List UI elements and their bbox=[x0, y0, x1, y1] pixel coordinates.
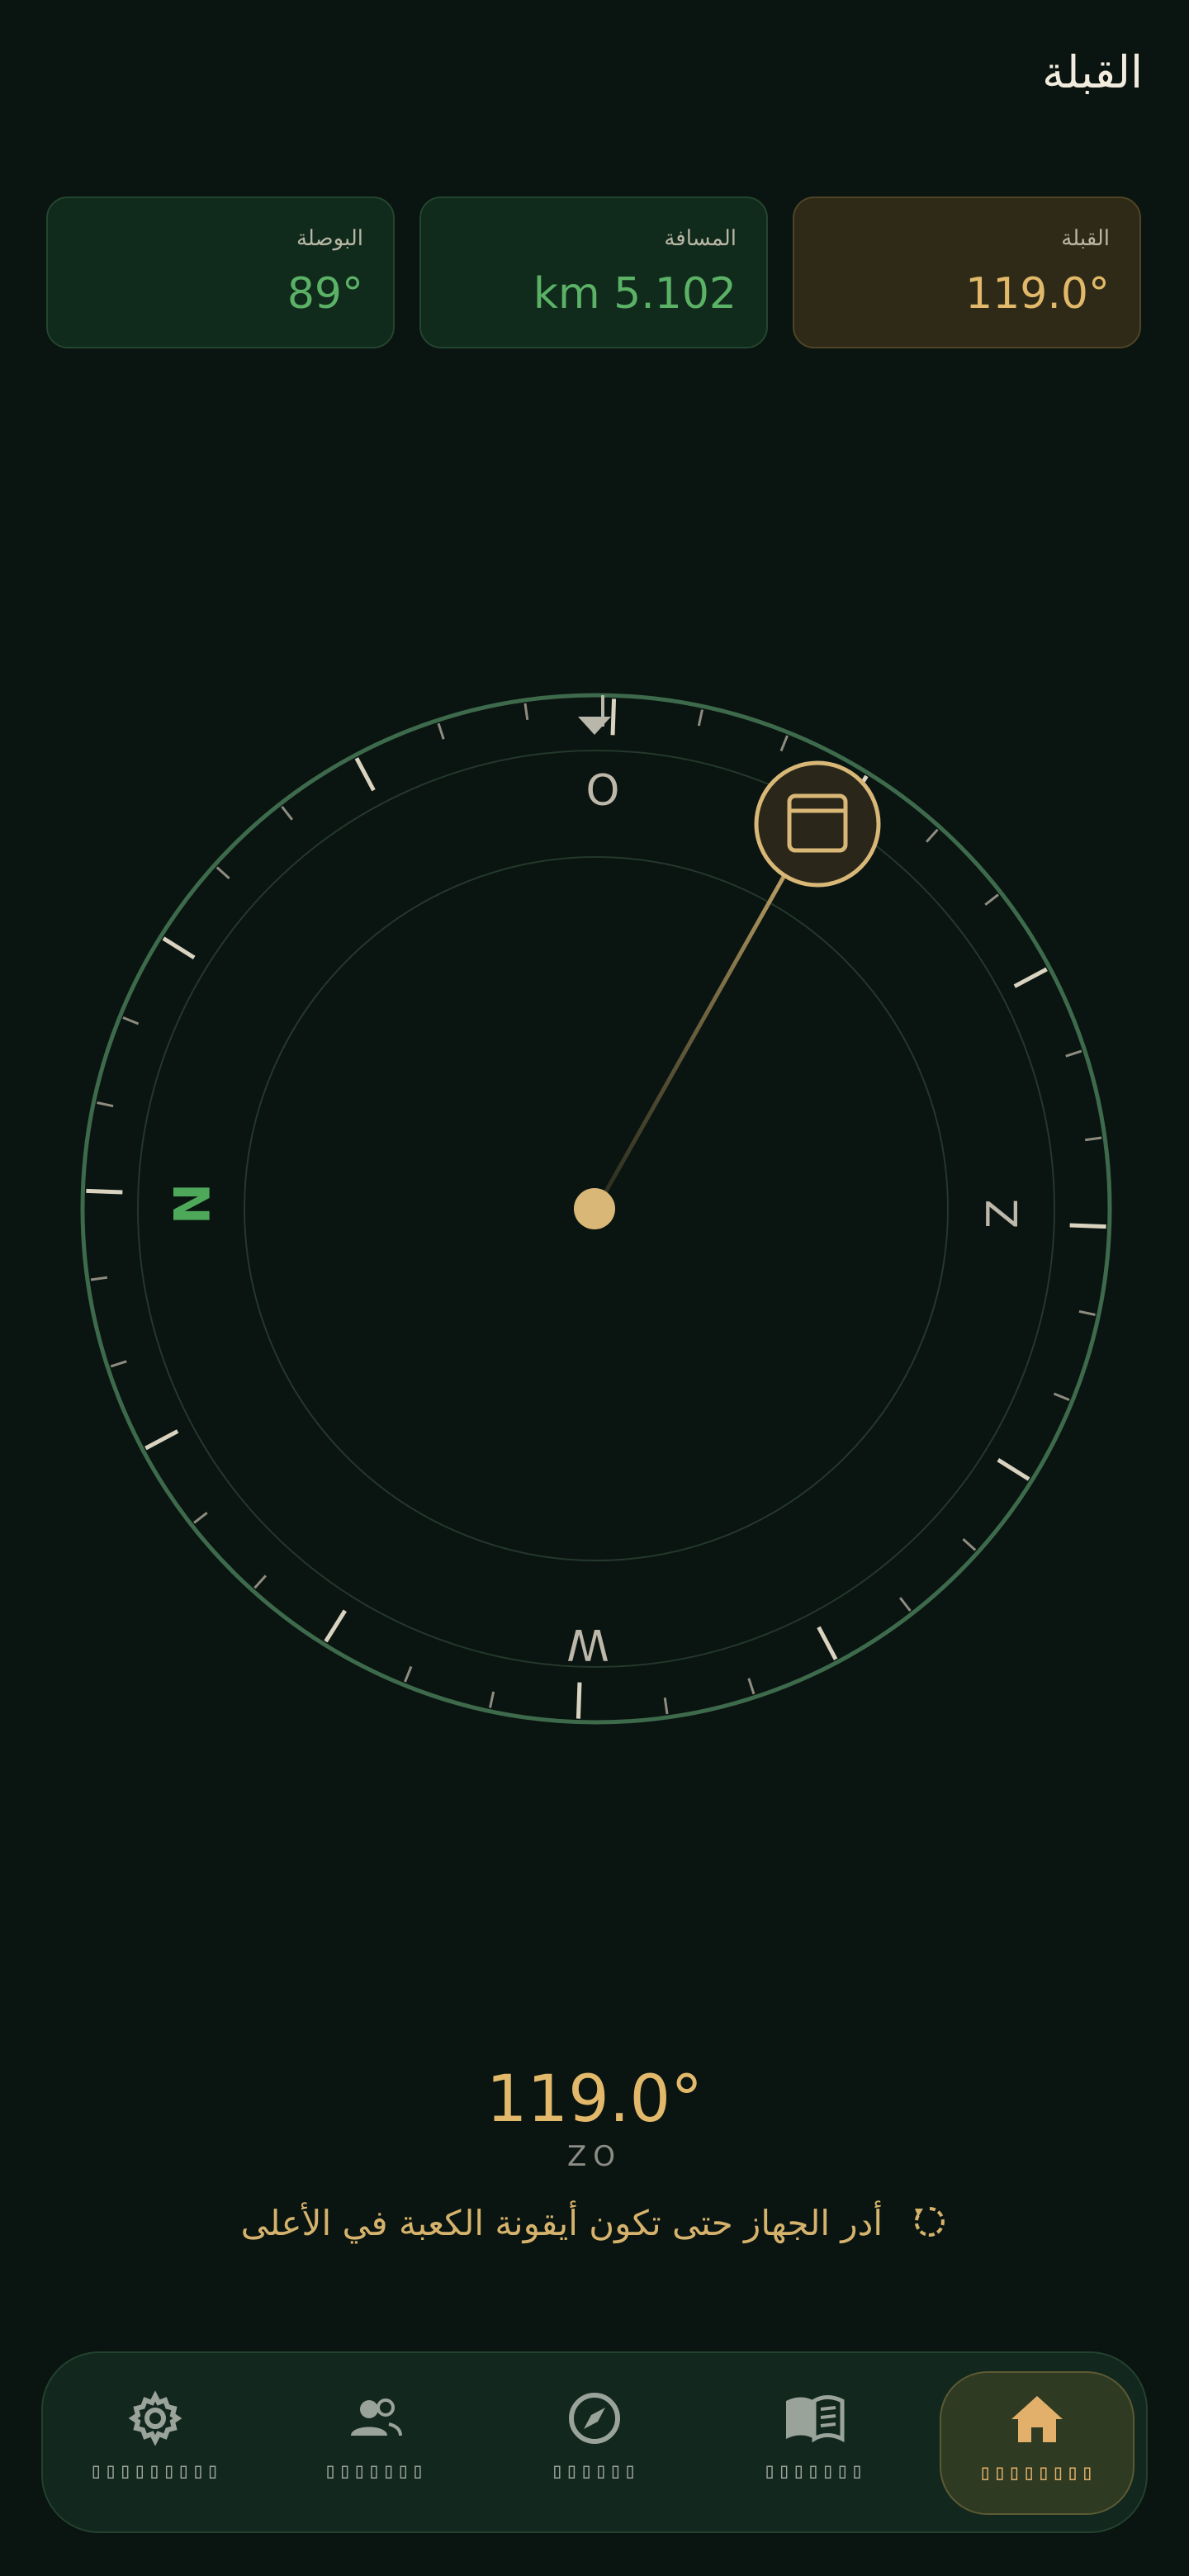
compass-minor-tick bbox=[663, 1697, 669, 1715]
compass-minor-tick bbox=[1084, 1136, 1102, 1142]
compass-minor-tick bbox=[253, 1574, 267, 1589]
compass-label-north: N bbox=[161, 1183, 219, 1224]
compass-minor-tick bbox=[898, 1597, 912, 1612]
nav-item-compass[interactable]: ▯▯▯▯▯▯ bbox=[497, 2371, 692, 2515]
compass-major-tick bbox=[1069, 1223, 1106, 1229]
rotate-hint-text: أدر الجهاز حتى تكون أيقونة الكعبة في الأ… bbox=[240, 2203, 883, 2243]
nav-item-home[interactable]: ▯▯▯▯▯▯▯▯ bbox=[940, 2371, 1135, 2515]
compass-major-tick bbox=[86, 1188, 123, 1195]
nav-item-book[interactable]: ▯▯▯▯▯▯▯ bbox=[717, 2371, 912, 2515]
compass-icon bbox=[569, 2393, 620, 2444]
bottom-nav: ▯▯▯▯▯▯▯▯▯ ▯▯▯▯▯▯▯ ▯▯▯▯▯▯ ▯▯▯▯▯▯▯ ▯▯▯▯▯▯▯… bbox=[41, 2351, 1148, 2533]
compass-minor-tick bbox=[523, 703, 529, 721]
gear-icon bbox=[128, 2390, 182, 2446]
home-icon bbox=[1011, 2396, 1063, 2442]
compass-minor-tick bbox=[216, 866, 230, 879]
compass-major-tick bbox=[997, 1458, 1030, 1481]
qibla-heading-readout: 119.0° bbox=[486, 2062, 703, 2137]
compass-center-dot bbox=[574, 1188, 615, 1229]
compass-minor-tick bbox=[489, 1691, 495, 1708]
nav-label-home: ▯▯▯▯▯▯▯▯ bbox=[978, 2460, 1096, 2485]
top-marker-icon bbox=[578, 717, 611, 735]
nav-item-settings[interactable]: ▯▯▯▯▯▯▯▯▯ bbox=[58, 2371, 253, 2515]
nav-item-people[interactable]: ▯▯▯▯▯▯▯ bbox=[277, 2371, 472, 2515]
nav-label-compass: ▯▯▯▯▯▯ bbox=[551, 2459, 638, 2484]
compass-major-tick bbox=[817, 1626, 838, 1660]
compass-minor-tick bbox=[122, 1016, 140, 1025]
compass-major-tick bbox=[354, 757, 376, 792]
compass-major-tick bbox=[1013, 967, 1048, 988]
compass-minor-tick bbox=[962, 1538, 977, 1551]
compass-major-tick bbox=[576, 1682, 582, 1719]
nav-label-people: ▯▯▯▯▯▯▯ bbox=[324, 2459, 426, 2484]
compass-minor-tick bbox=[404, 1665, 413, 1683]
compass-major-tick bbox=[610, 698, 617, 736]
nav-label-settings: ▯▯▯▯▯▯▯▯▯ bbox=[89, 2459, 221, 2484]
compass-minor-tick bbox=[779, 735, 789, 752]
compass-major-tick bbox=[162, 936, 196, 959]
compass-minor-tick bbox=[110, 1360, 127, 1368]
compass-minor-tick bbox=[97, 1101, 114, 1108]
compass-label-south: Z bbox=[978, 1199, 1028, 1229]
compass-major-tick bbox=[144, 1429, 179, 1451]
rotate-icon bbox=[912, 2204, 948, 2248]
compass-minor-tick bbox=[193, 1511, 208, 1524]
compass-minor-tick bbox=[1078, 1309, 1096, 1316]
compass-minor-tick bbox=[90, 1276, 108, 1281]
compass-minor-tick bbox=[281, 806, 294, 821]
people-icon bbox=[351, 2398, 402, 2436]
compass-dial: O N Z W bbox=[80, 693, 1112, 1725]
direction-code: ZO bbox=[566, 2140, 623, 2173]
compass-major-tick bbox=[324, 1609, 347, 1643]
compass-minor-tick bbox=[1065, 1049, 1082, 1058]
compass-minor-tick bbox=[437, 722, 445, 740]
kaaba-icon[interactable] bbox=[754, 760, 881, 888]
rotate-hint: أدر الجهاز حتى تكون أيقونة الكعبة في الأ… bbox=[0, 2203, 1189, 2248]
compass-label-east: O bbox=[586, 766, 620, 816]
compass-minor-tick bbox=[747, 1678, 756, 1695]
qibla-needle bbox=[594, 850, 800, 1210]
compass-minor-tick bbox=[1053, 1392, 1070, 1401]
nav-label-book: ▯▯▯▯▯▯▯ bbox=[763, 2459, 865, 2484]
compass-minor-tick bbox=[984, 893, 999, 907]
book-icon bbox=[786, 2395, 845, 2443]
compass-minor-tick bbox=[926, 828, 939, 843]
compass-minor-tick bbox=[697, 709, 703, 727]
compass-label-west: W bbox=[566, 1619, 609, 1669]
